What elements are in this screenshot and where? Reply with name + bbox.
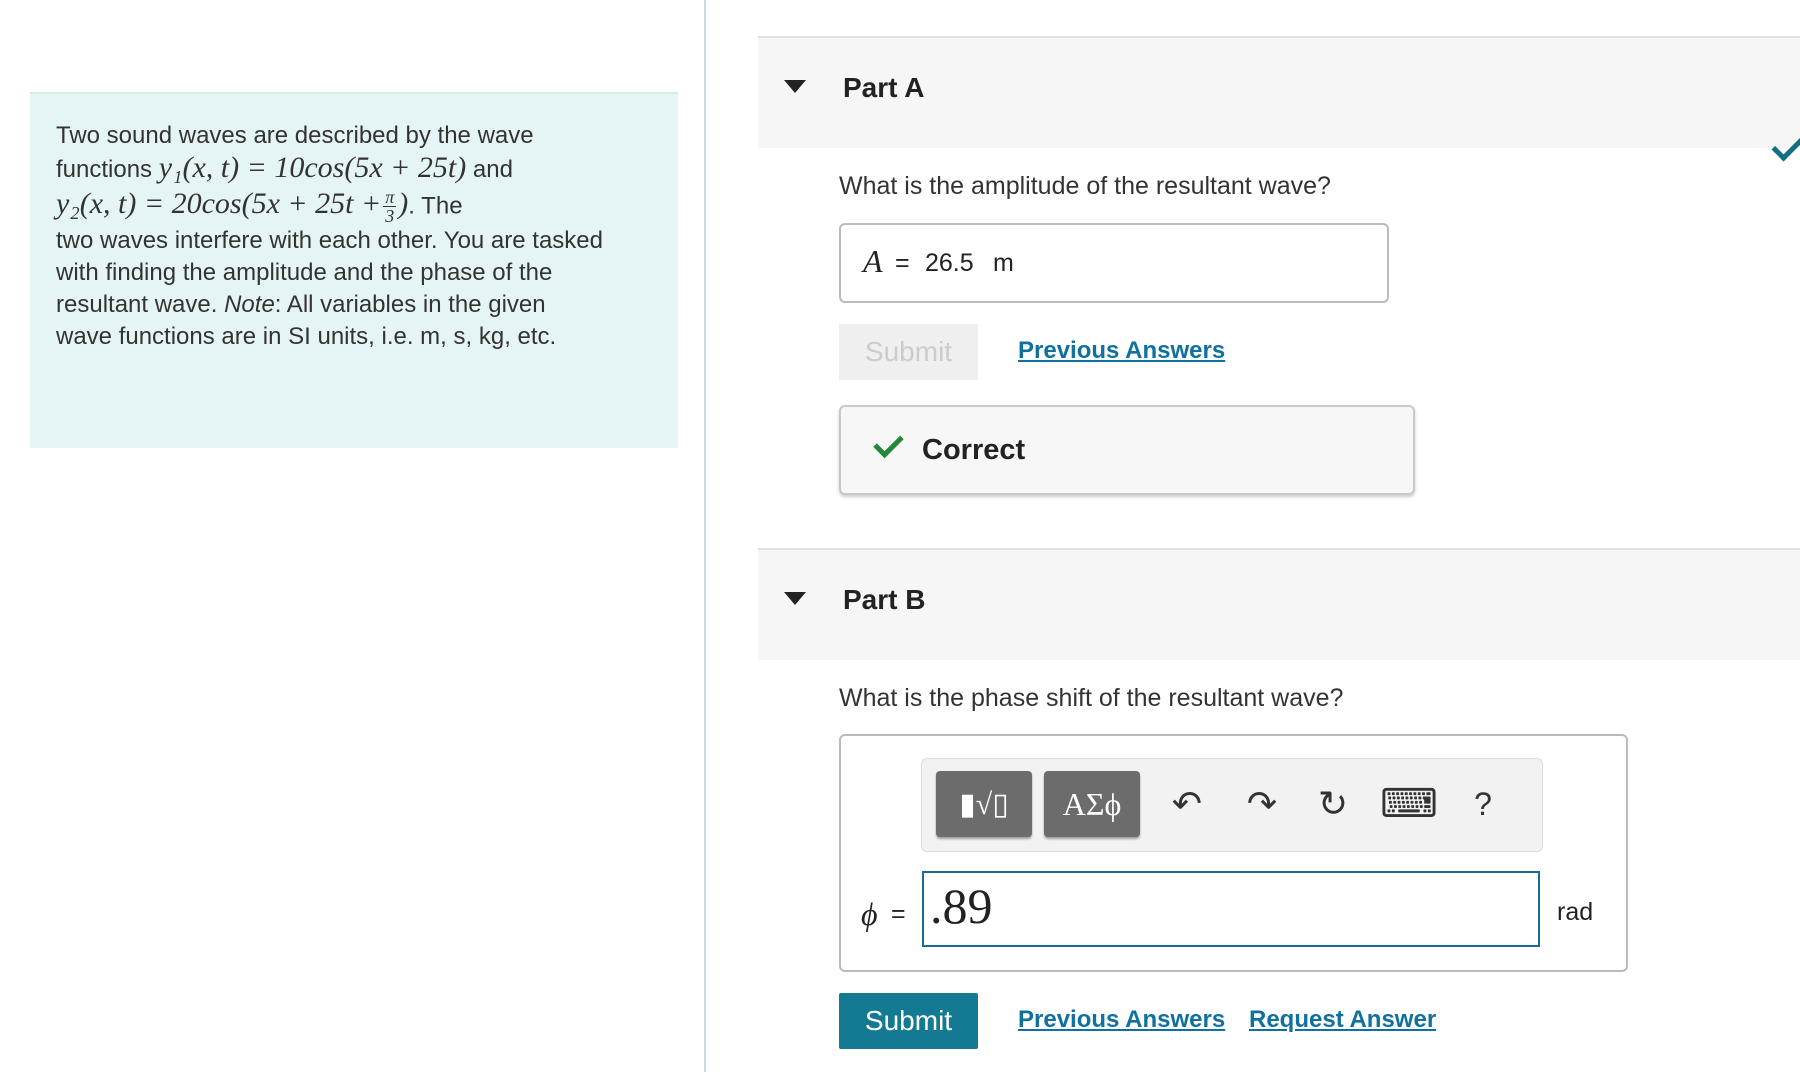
correct-feedback-box: Correct bbox=[839, 405, 1415, 495]
request-answer-link[interactable]: Request Answer bbox=[1249, 1006, 1436, 1034]
correct-feedback-text: Correct bbox=[922, 434, 1026, 466]
problem-line-6: resultant wave. Note: All variables in t… bbox=[56, 289, 652, 321]
part-b-submit-button[interactable]: Submit bbox=[839, 993, 978, 1049]
problem-line-2: functions y₁(x, t) = 10cos(5x + 25t) and bbox=[56, 152, 652, 186]
problem-text: functions bbox=[56, 156, 153, 183]
part-b-answer-editor: ▮√▯ ΑΣϕ ↶ ↷ ↻ ⌨ ? ϕ = .89 rad bbox=[839, 734, 1628, 972]
phase-unit: rad bbox=[1557, 898, 1594, 926]
pi-over-3-fraction: π3 bbox=[383, 187, 397, 226]
amplitude-unit: m bbox=[993, 249, 1014, 277]
templates-icon: ▮√▯ bbox=[959, 787, 1009, 821]
greek-symbols-button[interactable]: ΑΣϕ bbox=[1044, 771, 1140, 837]
undo-icon[interactable]: ↶ bbox=[1162, 779, 1212, 829]
part-a-submit-button: Submit bbox=[839, 324, 978, 380]
part-a-title: Part A bbox=[843, 72, 925, 103]
problem-line-4: two waves interfere with each other. You… bbox=[56, 227, 603, 254]
note-label: Note bbox=[224, 291, 275, 318]
wave-equation-2-main: y₂(x, t) = 20cos(5x + 25t + bbox=[56, 187, 382, 221]
math-toolbar: ▮√▯ ΑΣϕ ↶ ↷ ↻ ⌨ ? bbox=[921, 758, 1543, 852]
wave-equation-1: y₁(x, t) = 10cos(5x + 25t) bbox=[158, 151, 467, 184]
phase-symbol: ϕ bbox=[861, 896, 878, 932]
equals-sign: = bbox=[895, 249, 910, 277]
amplitude-symbol: A bbox=[863, 243, 883, 279]
greek-symbols-icon: ΑΣϕ bbox=[1062, 785, 1122, 822]
reset-icon[interactable]: ↻ bbox=[1308, 779, 1358, 829]
problem-line-1: Two sound waves are described by the wav… bbox=[56, 122, 534, 149]
part-b-header[interactable]: Part B bbox=[758, 548, 1800, 660]
collapse-caret-icon[interactable] bbox=[784, 80, 806, 93]
problem-text: resultant wave. bbox=[56, 291, 218, 318]
fraction-denominator: 3 bbox=[385, 206, 395, 226]
correct-check-icon bbox=[873, 427, 904, 459]
part-b-previous-answers-link[interactable]: Previous Answers bbox=[1018, 1006, 1225, 1034]
problem-text: . The bbox=[408, 192, 463, 220]
problem-statement-panel: Two sound waves are described by the wav… bbox=[30, 92, 678, 448]
part-a-answer-box: A = 26.5 m bbox=[839, 223, 1389, 303]
collapse-caret-icon[interactable] bbox=[784, 592, 806, 605]
problem-text: : All variables in the given bbox=[274, 291, 546, 318]
part-a-header[interactable]: Part A bbox=[758, 36, 1800, 162]
problem-line-5: with finding the amplitude and the phase… bbox=[56, 259, 553, 286]
keyboard-icon[interactable]: ⌨ bbox=[1380, 779, 1438, 829]
part-a-question: What is the amplitude of the resultant w… bbox=[839, 172, 1331, 200]
part-a-previous-answers-link[interactable]: Previous Answers bbox=[1018, 337, 1225, 365]
part-b-title: Part B bbox=[843, 584, 926, 615]
problem-line-7: wave functions are in SI units, i.e. m, … bbox=[56, 323, 557, 350]
problem-line-3: y₂(x, t) = 20cos(5x + 25t + π 3). The bbox=[56, 188, 652, 225]
problem-text: and bbox=[472, 156, 513, 183]
wave-equation-2-close: ) bbox=[398, 187, 409, 221]
completed-check-icon bbox=[1771, 127, 1800, 162]
amplitude-value: 26.5 bbox=[925, 249, 974, 277]
redo-icon[interactable]: ↷ bbox=[1237, 779, 1287, 829]
fraction-numerator: π bbox=[383, 187, 397, 207]
phase-input[interactable]: .89 bbox=[922, 871, 1540, 947]
wave-equation-2: y₂(x, t) = 20cos(5x + 25t + π 3) bbox=[56, 187, 409, 225]
column-divider bbox=[704, 0, 706, 1072]
templates-button[interactable]: ▮√▯ bbox=[936, 771, 1032, 837]
help-icon[interactable]: ? bbox=[1458, 779, 1508, 829]
part-b-question: What is the phase shift of the resultant… bbox=[839, 684, 1344, 712]
equals-sign: = bbox=[891, 900, 906, 928]
